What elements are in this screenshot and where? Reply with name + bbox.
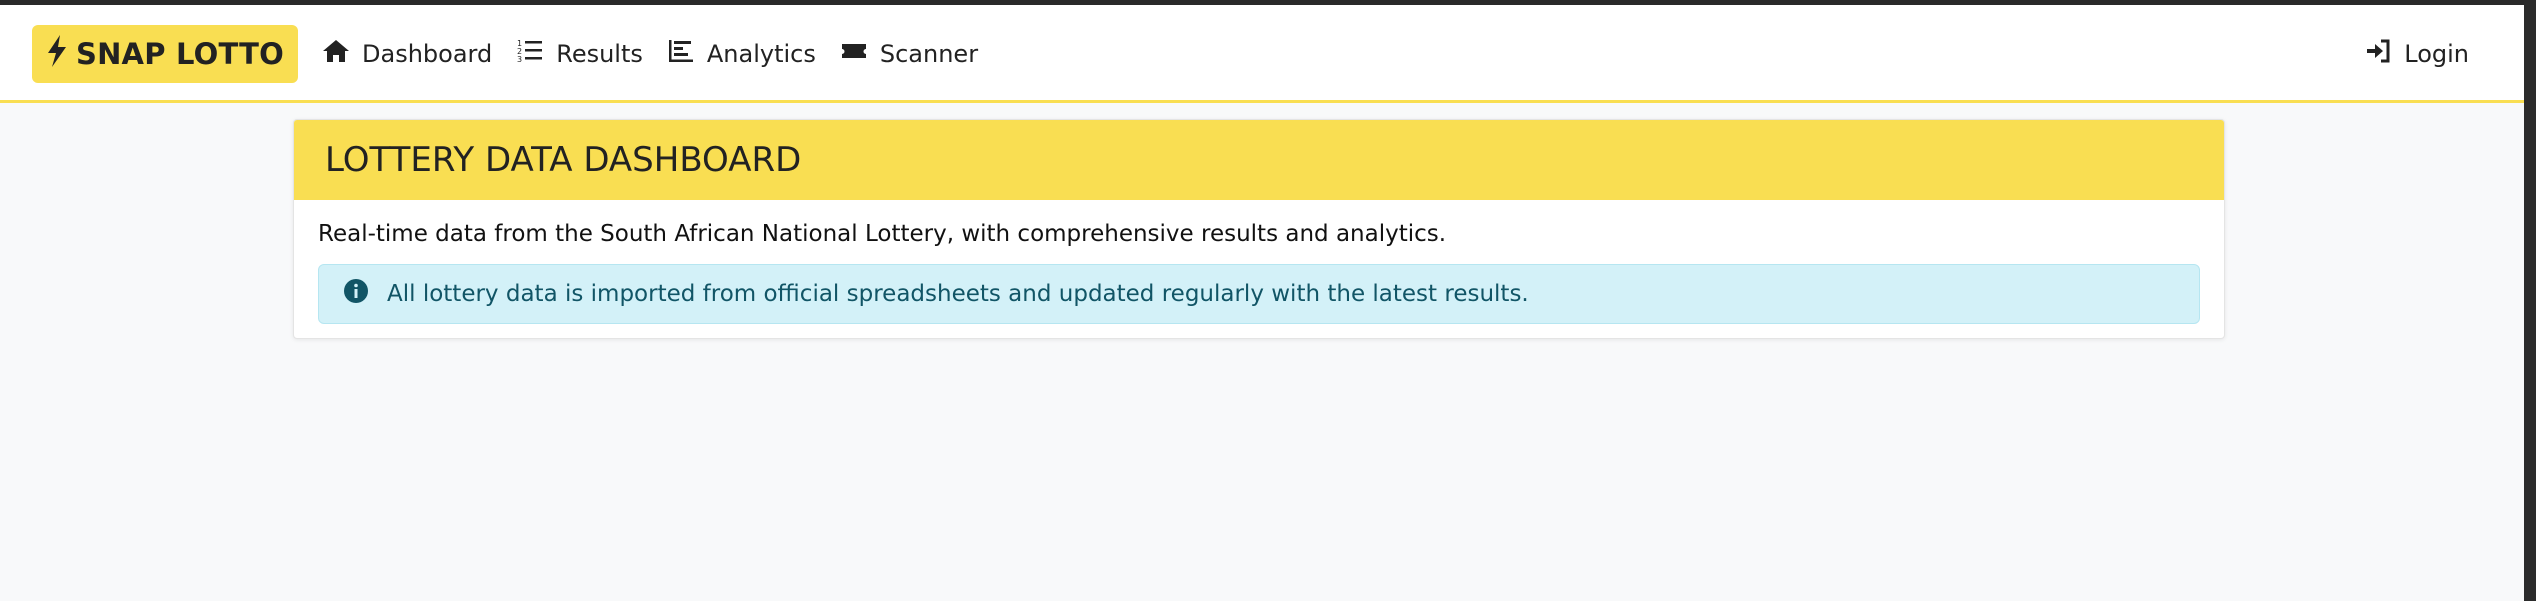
info-icon	[343, 278, 369, 310]
brand-button[interactable]: SNAP LOTTO	[32, 25, 298, 83]
card-header: LOTTERY DATA DASHBOARD	[294, 120, 2224, 200]
app-window: SNAP LOTTO Dashboard 1 2 3 Results Analy…	[0, 5, 2524, 601]
nav-label-scanner: Scanner	[879, 40, 979, 68]
navbar: SNAP LOTTO Dashboard 1 2 3 Results Analy…	[0, 5, 2524, 103]
card-body: Real-time data from the South African Na…	[294, 200, 2224, 324]
home-icon	[322, 37, 350, 71]
nav-label-analytics: Analytics	[706, 40, 816, 68]
chart-icon	[667, 37, 695, 71]
nav-label-dashboard: Dashboard	[362, 40, 493, 68]
sign-in-icon	[2364, 37, 2392, 71]
info-text: All lottery data is imported from offici…	[387, 281, 1529, 307]
ordered-list-icon: 1 2 3	[516, 37, 544, 71]
nav-label-results: Results	[556, 40, 643, 68]
ticket-icon	[840, 37, 868, 71]
brand-label: SNAP LOTTO	[76, 37, 284, 71]
card-title: LOTTERY DATA DASHBOARD	[325, 140, 802, 180]
login-link[interactable]: Login	[2364, 5, 2469, 103]
info-alert: All lottery data is imported from offici…	[318, 264, 2200, 324]
login-label: Login	[2404, 40, 2469, 68]
window-edge	[2524, 0, 2536, 601]
nav-item-scanner[interactable]: Scanner	[840, 37, 978, 71]
dashboard-card: LOTTERY DATA DASHBOARD Real-time data fr…	[293, 119, 2225, 339]
lead-text: Real-time data from the South African Na…	[318, 221, 1447, 247]
lightning-icon	[46, 34, 68, 74]
svg-text:3: 3	[517, 55, 522, 64]
nav-item-analytics[interactable]: Analytics	[667, 37, 816, 71]
nav-item-dashboard[interactable]: Dashboard	[322, 37, 492, 71]
nav-item-results[interactable]: 1 2 3 Results	[516, 37, 643, 71]
main-nav: Dashboard 1 2 3 Results Analytics Scanne…	[322, 5, 1002, 103]
